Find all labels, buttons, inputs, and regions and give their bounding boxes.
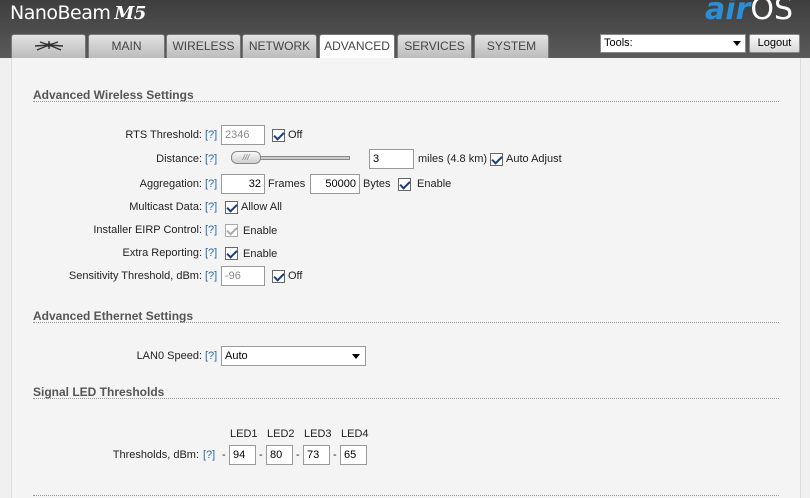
- rts-off-checkbox[interactable]: [272, 129, 285, 142]
- aggregation-label: Aggregation:: [139, 178, 202, 190]
- aggregation-enable-checkbox[interactable]: [398, 178, 411, 191]
- aggregation-frames-input[interactable]: 32: [221, 174, 265, 194]
- chevron-down-icon: [733, 41, 741, 46]
- logout-button[interactable]: Logout: [749, 34, 800, 53]
- led3-header: LED3: [304, 428, 332, 440]
- led-help-link[interactable]: [?]: [203, 449, 215, 461]
- section-divider: [33, 101, 779, 102]
- device-name: NanoBeam: [10, 2, 111, 24]
- device-brand: NanoBeam M5: [10, 2, 146, 24]
- frames-label: Frames: [268, 178, 306, 190]
- auto-adjust-checkbox[interactable]: [490, 153, 503, 166]
- auto-adjust-label: Auto Adjust: [506, 153, 562, 165]
- tools-dropdown[interactable]: Tools:: [600, 34, 746, 53]
- sensitivity-off-label: Off: [288, 270, 303, 282]
- section-divider: [33, 322, 779, 323]
- section-divider: [33, 495, 779, 496]
- section-title-ethernet: Advanced Ethernet Settings: [33, 309, 194, 323]
- extra-reporting-checkbox[interactable]: [225, 247, 238, 260]
- led1-threshold-input[interactable]: 94: [229, 445, 256, 465]
- led1-header: LED1: [230, 428, 258, 440]
- rts-help-link[interactable]: [?]: [205, 129, 217, 141]
- lan0-speed-select[interactable]: Auto: [221, 346, 366, 366]
- lan0-help-link[interactable]: [?]: [205, 350, 217, 362]
- rts-threshold-input[interactable]: 2346: [221, 125, 265, 145]
- sensitivity-help-link[interactable]: [?]: [205, 270, 217, 282]
- tab-system[interactable]: SYSTEM: [474, 34, 549, 58]
- distance-input[interactable]: 3: [369, 149, 414, 169]
- lan0-speed-label: LAN0 Speed:: [136, 350, 202, 362]
- multicast-allow-all-label: Allow All: [241, 201, 282, 213]
- extra-reporting-label: Extra Reporting:: [122, 247, 202, 259]
- section-title-wireless: Advanced Wireless Settings: [33, 88, 194, 102]
- extra-reporting-enable-label: Enable: [243, 248, 278, 260]
- bytes-label: Bytes: [363, 178, 391, 190]
- multicast-allow-all-checkbox[interactable]: [225, 201, 238, 214]
- tab-services[interactable]: SERVICES: [397, 34, 472, 58]
- section-title-led: Signal LED Thresholds: [33, 385, 165, 399]
- extra-reporting-help-link[interactable]: [?]: [205, 247, 217, 259]
- aggregation-bytes-input[interactable]: 50000: [310, 174, 360, 194]
- eirp-enable-checkbox[interactable]: [225, 224, 238, 237]
- led4-minus: -: [333, 449, 337, 461]
- led3-minus: -: [296, 449, 300, 461]
- eirp-enable-label: Enable: [243, 225, 278, 237]
- distance-help-link[interactable]: [?]: [205, 153, 217, 165]
- aggregation-help-link[interactable]: [?]: [205, 178, 217, 190]
- led2-minus: -: [259, 449, 263, 461]
- eirp-help-link[interactable]: [?]: [205, 224, 217, 236]
- rts-off-label: Off: [288, 129, 303, 141]
- multicast-help-link[interactable]: [?]: [205, 201, 217, 213]
- section-divider: [33, 398, 779, 399]
- header-bar: NanoBeam M5 airOS MAIN WIRELESS NETWORK A…: [0, 0, 810, 59]
- tab-network[interactable]: NETWORK: [242, 34, 317, 58]
- tab-wireless[interactable]: WIRELESS: [166, 34, 241, 58]
- sensitivity-threshold-input[interactable]: -96: [221, 266, 265, 286]
- airos-logo: airOS: [705, 0, 793, 27]
- led-thresholds-label: Thresholds, dBm:: [112, 449, 199, 461]
- led4-header: LED4: [341, 428, 369, 440]
- led1-minus: -: [222, 449, 226, 461]
- led2-threshold-input[interactable]: 80: [266, 445, 293, 465]
- sensitivity-off-checkbox[interactable]: [272, 270, 285, 283]
- led4-threshold-input[interactable]: 65: [340, 445, 367, 465]
- device-model: M5: [114, 3, 146, 24]
- aggregation-enable-label: Enable: [417, 178, 452, 190]
- distance-slider-handle[interactable]: ///: [231, 151, 261, 164]
- ubiquiti-logo-icon: [34, 41, 63, 51]
- sensitivity-threshold-label: Sensitivity Threshold, dBm:: [68, 270, 202, 282]
- tab-main[interactable]: MAIN: [88, 34, 165, 58]
- distance-label: Distance:: [156, 153, 202, 165]
- tab-ubiquiti-logo[interactable]: [11, 34, 86, 58]
- led3-threshold-input[interactable]: 73: [303, 445, 330, 465]
- distance-unit: miles (4.8 km): [418, 153, 488, 165]
- eirp-label: Installer EIRP Control:: [93, 224, 202, 236]
- led2-header: LED2: [267, 428, 295, 440]
- rts-threshold-label: RTS Threshold:: [125, 129, 202, 141]
- tab-advanced[interactable]: ADVANCED: [319, 34, 395, 59]
- chevron-down-icon: [352, 354, 360, 359]
- multicast-label: Multicast Data:: [129, 201, 202, 213]
